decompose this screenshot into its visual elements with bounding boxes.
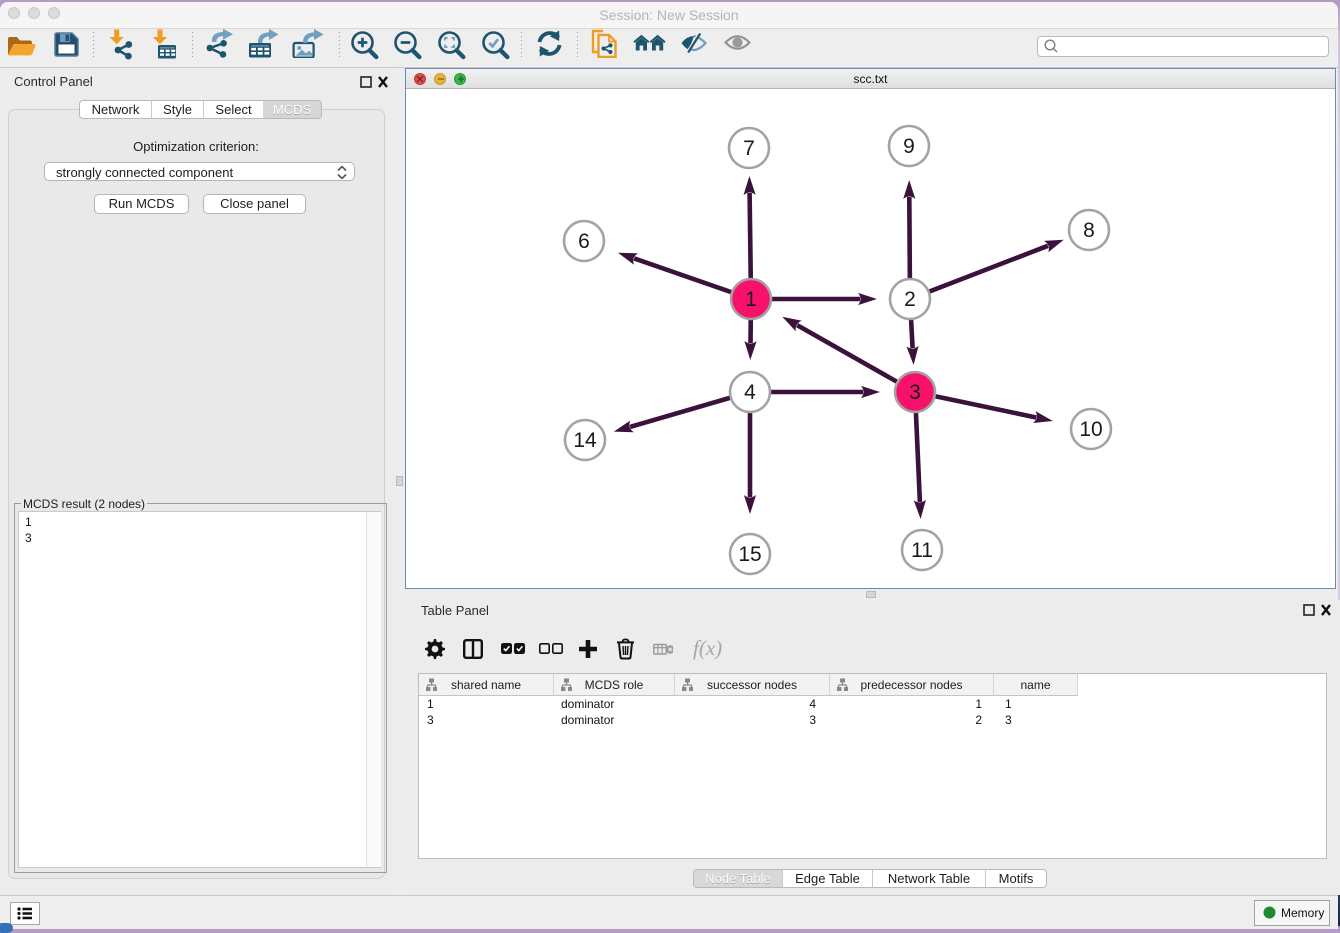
svg-text:3: 3 bbox=[909, 381, 921, 404]
svg-text:4: 4 bbox=[744, 381, 756, 404]
svg-text:8: 8 bbox=[1083, 219, 1095, 242]
svg-text:14: 14 bbox=[573, 429, 597, 452]
svg-text:10: 10 bbox=[1079, 418, 1102, 441]
svg-text:9: 9 bbox=[903, 135, 915, 158]
svg-text:2: 2 bbox=[904, 288, 916, 311]
svg-text:7: 7 bbox=[743, 137, 755, 160]
svg-text:15: 15 bbox=[738, 543, 761, 566]
svg-text:11: 11 bbox=[911, 539, 933, 562]
svg-text:6: 6 bbox=[578, 230, 590, 253]
svg-text:1: 1 bbox=[745, 288, 757, 311]
